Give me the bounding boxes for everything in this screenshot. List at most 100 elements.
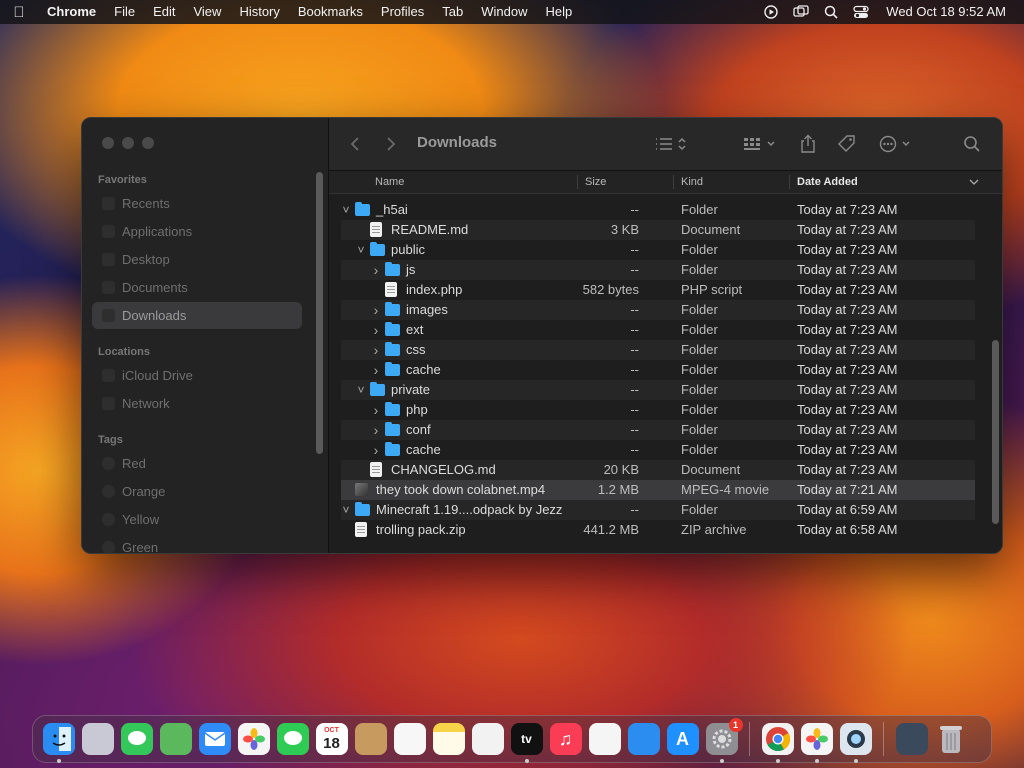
chrome-icon[interactable] [761,723,794,763]
trash-icon[interactable] [935,723,967,755]
keynote-icon[interactable] [627,723,660,755]
photos-icon[interactable] [237,723,270,755]
downloads-stack-icon[interactable] [895,723,928,755]
photos-2-icon[interactable] [800,723,833,763]
column-kind[interactable]: Kind [681,171,703,193]
menu-file[interactable]: File [105,0,144,24]
menu-app-name[interactable]: Chrome [38,0,105,24]
file-row[interactable]: › php -- Folder Today at 7:23 AM [341,400,975,420]
sidebar-item-downloads[interactable]: Downloads [92,302,302,329]
file-row[interactable]: › images -- Folder Today at 7:23 AM [341,300,975,320]
file-row[interactable]: › cache -- Folder Today at 7:23 AM [341,440,975,460]
file-row[interactable]: ˅ private -- Folder Today at 7:23 AM [341,380,975,400]
sidebar-item-desktop[interactable]: Desktop [92,246,302,273]
screen-mirroring-icon[interactable] [786,0,816,24]
control-center-icon[interactable] [846,0,876,24]
disclosure-closed-icon[interactable]: › [371,320,381,340]
messages-icon[interactable] [120,723,153,755]
file-row[interactable]: ˅ public -- Folder Today at 7:23 AM [341,240,975,260]
minimize-window-button[interactable] [122,137,134,149]
forward-chevron-icon[interactable] [385,132,397,156]
disclosure-closed-icon[interactable]: › [371,260,381,280]
tag-icon[interactable] [837,132,857,156]
file-row[interactable]: README.md 3 KB Document Today at 7:23 AM [341,220,975,240]
calendar-icon[interactable]: OCT 18 [315,723,348,755]
file-row[interactable]: trolling pack.zip 441.2 MB ZIP archive Toda… [341,520,975,540]
file-row[interactable]: ˅ _h5ai -- Folder Today at 7:23 AM [341,200,975,220]
disclosure-open-icon[interactable]: ˅ [356,240,366,260]
menu-view[interactable]: View [184,0,230,24]
menu-window[interactable]: Window [472,0,536,24]
play-status-icon[interactable] [756,0,786,24]
back-chevron-icon[interactable] [349,132,361,156]
menu-history[interactable]: History [230,0,288,24]
column-separator[interactable] [577,175,578,189]
disclosure-closed-icon[interactable]: › [371,420,381,440]
menu-edit[interactable]: Edit [144,0,184,24]
file-row[interactable]: CHANGELOG.md 20 KB Document Today at 7:23 A… [341,460,975,480]
column-size[interactable]: Size [585,171,606,193]
disclosure-closed-icon[interactable]: › [371,340,381,360]
disclosure-closed-icon[interactable]: › [371,440,381,460]
spotlight-search-icon[interactable] [816,0,846,24]
sidebar-tag-orange[interactable]: Orange [92,478,302,505]
disclosure-closed-icon[interactable]: › [371,300,381,320]
file-row[interactable]: › css -- Folder Today at 7:23 AM [341,340,975,360]
column-date-added[interactable]: Date Added [797,171,858,193]
column-separator[interactable] [789,175,790,189]
launchpad-icon[interactable] [81,723,114,755]
menu-bookmarks[interactable]: Bookmarks [289,0,372,24]
apple-menu-icon[interactable]:  [0,4,38,21]
close-window-button[interactable] [102,137,114,149]
menu-help[interactable]: Help [537,0,582,24]
app-store-icon[interactable]: A [666,723,699,755]
sidebar-item-documents[interactable]: Documents [92,274,302,301]
file-row[interactable]: › conf -- Folder Today at 7:23 AM [341,420,975,440]
contacts-icon[interactable] [354,723,387,755]
more-actions-icon[interactable] [879,132,915,156]
menu-profiles[interactable]: Profiles [372,0,433,24]
menu-clock[interactable]: Wed Oct 18 9:52 AM [876,0,1024,24]
sidebar-item-icloud-drive[interactable]: iCloud Drive [92,362,302,389]
news-icon[interactable] [588,723,621,755]
file-row[interactable]: › cache -- Folder Today at 7:23 AM [341,360,975,380]
sort-chevron-icon[interactable] [969,171,979,193]
sidebar-scrollbar[interactable] [316,172,323,454]
file-row[interactable]: ˅ Minecraft 1.19....odpack by Jezz -- Folde… [341,500,975,520]
file-row[interactable]: › js -- Folder Today at 7:23 AM [341,260,975,280]
maps-icon[interactable] [159,723,192,755]
reminders-icon[interactable] [393,723,426,755]
file-list-scrollbar[interactable] [992,340,999,524]
music-icon[interactable]: ♫ [549,723,582,755]
system-settings-icon[interactable]: 1 [705,718,743,763]
sidebar-item-recents[interactable]: Recents [92,190,302,217]
tv-icon[interactable]: tv [510,723,543,763]
sidebar-item-applications[interactable]: Applications [92,218,302,245]
disclosure-closed-icon[interactable]: › [371,400,381,420]
list-view-icon[interactable] [654,132,690,156]
sidebar-tag-green[interactable]: Green [92,534,302,553]
file-row[interactable]: index.php 582 bytes PHP script Today at 7:2… [341,280,975,300]
disclosure-closed-icon[interactable]: › [371,360,381,380]
file-row[interactable]: they took down colabnet.mp4 1.2 MB MPEG-4 … [341,480,975,500]
facetime-icon[interactable] [276,723,309,755]
column-separator[interactable] [673,175,674,189]
file-row[interactable]: › ext -- Folder Today at 7:23 AM [341,320,975,340]
disclosure-open-icon[interactable]: ˅ [356,380,366,400]
disclosure-open-icon[interactable]: ˅ [341,500,351,520]
sidebar-item-network[interactable]: Network [92,390,302,417]
sidebar-tag-yellow[interactable]: Yellow [92,506,302,533]
share-icon[interactable] [799,132,817,156]
group-grid-icon[interactable] [742,132,780,156]
search-icon[interactable] [963,132,981,156]
freeform-icon[interactable] [471,723,504,755]
notes-icon[interactable] [432,723,465,755]
zoom-window-button[interactable] [142,137,154,149]
quicktime-icon[interactable] [839,723,872,763]
column-name[interactable]: Name [375,171,404,193]
finder-icon[interactable] [42,723,75,763]
disclosure-open-icon[interactable]: ˅ [341,200,351,220]
mail-icon[interactable] [198,723,231,755]
sidebar-tag-red[interactable]: Red [92,450,302,477]
menu-tab[interactable]: Tab [433,0,472,24]
